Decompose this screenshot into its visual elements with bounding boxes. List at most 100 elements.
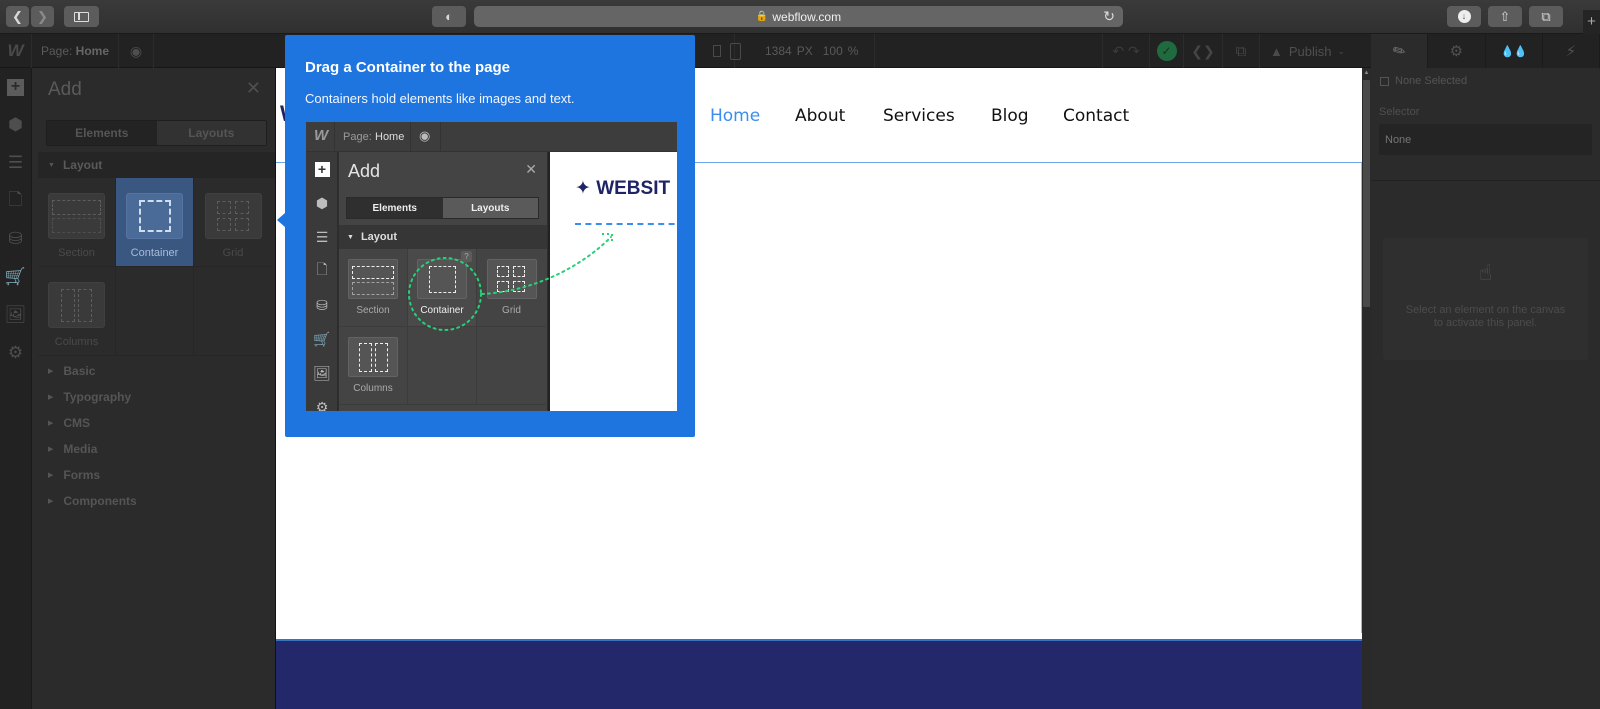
tabs-icon: ⧉: [1541, 8, 1551, 24]
rail-assets-button[interactable]: 🖼: [0, 296, 31, 334]
back-button[interactable]: ❮: [6, 6, 29, 27]
rail-navigator-button[interactable]: ☰: [0, 144, 31, 182]
tabs-overview-button[interactable]: ⧉: [1529, 6, 1563, 27]
category-forms[interactable]: ▶ Forms: [38, 462, 275, 488]
element-columns[interactable]: Columns: [38, 267, 116, 356]
caret-down-icon: ▼: [48, 161, 55, 169]
demo-element-label: Section: [356, 305, 390, 316]
category-basic[interactable]: ▶ Basic: [38, 358, 275, 384]
undo-icon[interactable]: ↶: [1112, 43, 1124, 60]
rail-ecommerce-button[interactable]: 🛒: [0, 258, 31, 296]
new-tab-button[interactable]: +: [1583, 10, 1600, 34]
style-panel: None Selected Selector ☝ Select an eleme…: [1371, 68, 1600, 709]
demo-tab-elements: Elements: [347, 198, 443, 218]
redo-icon[interactable]: ↷: [1128, 43, 1140, 60]
tab-settings[interactable]: ⚙: [1428, 34, 1486, 68]
element-grid[interactable]: Grid: [194, 178, 272, 267]
category-typography[interactable]: ▶ Typography: [38, 384, 275, 410]
none-selected-toggle[interactable]: None Selected: [1380, 75, 1467, 87]
element-categories: ▶ Basic ▶ Typography ▶ CMS ▶ Media ▶ Forms ▶ C…: [38, 358, 275, 514]
address-bar[interactable]: 🔒 webflow.com ↻: [474, 6, 1123, 27]
publish-button[interactable]: ▲ Publish ⌄: [1260, 34, 1355, 68]
rail-settings-button[interactable]: ⚙: [0, 334, 31, 372]
empty-cell: [116, 267, 194, 356]
category-media[interactable]: ▶ Media: [38, 436, 275, 462]
caret-right-icon: ▶: [48, 498, 54, 505]
rail-cms-button[interactable]: ⛁: [0, 220, 31, 258]
share-button[interactable]: ⇧: [1488, 6, 1522, 27]
caret-right-icon: ▶: [48, 368, 54, 375]
drops-icon: 💧💧: [1500, 45, 1527, 58]
images-icon: 🖼: [4, 305, 27, 324]
page-label: Page:: [40, 44, 73, 58]
webflow-w-icon: W: [314, 127, 329, 144]
rail-symbols-button[interactable]: ⬢: [0, 106, 31, 144]
nav-link-about[interactable]: About: [795, 106, 845, 126]
save-status[interactable]: ✓: [1150, 34, 1184, 68]
preview-button[interactable]: ◉: [119, 34, 154, 68]
container-icon: [126, 193, 183, 239]
layout-section-label: Layout: [62, 158, 103, 172]
add-panel-title: Add: [48, 79, 82, 100]
help-badge: ?: [461, 251, 472, 262]
forward-button[interactable]: ❯: [31, 6, 54, 27]
category-components[interactable]: ▶ Components: [38, 488, 275, 514]
canvas-scrollbar[interactable]: ▲: [1362, 68, 1371, 709]
navigator-icon: ☰: [7, 153, 24, 172]
tab-style[interactable]: ✎: [1371, 34, 1429, 68]
rail-add-button[interactable]: +: [0, 68, 31, 106]
layout-section-header[interactable]: ▼ Layout: [38, 152, 275, 178]
demo-add-title: Add: [348, 161, 381, 181]
element-container[interactable]: Container: [116, 178, 194, 267]
downloads-button[interactable]: ↓: [1447, 6, 1481, 27]
canvas-width-unit: PX: [796, 44, 813, 58]
pointer-hand-icon: ☝: [1478, 260, 1493, 285]
demo-add-panel: Add ✕ Elements Layouts ▼ Layout Section …: [339, 152, 547, 411]
close-icon[interactable]: ✕: [246, 78, 261, 99]
page-selector[interactable]: Page: Home: [32, 34, 119, 68]
onboarding-tooltip: Drag a Container to the page Containers …: [277, 35, 695, 437]
breakpoint-tablet[interactable]: [715, 34, 755, 68]
nav-link-home[interactable]: Home: [710, 106, 760, 126]
add-panel: Add ✕ Elements Layouts ▼ Layout Section …: [38, 68, 275, 709]
grid-icon: [204, 193, 262, 239]
tab-elements[interactable]: Elements: [47, 121, 157, 145]
tab-layouts[interactable]: Layouts: [156, 121, 266, 145]
rocket-icon: ▲: [1269, 43, 1283, 59]
nav-link-blog[interactable]: Blog: [991, 106, 1029, 126]
share-project-button[interactable]: ⧉: [1223, 34, 1260, 68]
selector-label: Selector: [1379, 106, 1420, 118]
nav-link-contact[interactable]: Contact: [1063, 106, 1129, 126]
publish-label: Publish: [1288, 43, 1332, 59]
category-label: Components: [63, 494, 137, 508]
code-export-button[interactable]: ❮❯: [1184, 34, 1223, 68]
demo-tabs: Elements Layouts: [346, 197, 539, 219]
rail-pages-button[interactable]: 🗋: [0, 182, 31, 220]
category-cms[interactable]: ▶ CMS: [38, 410, 275, 436]
chevron-down-icon: ⌄: [1337, 45, 1346, 56]
reload-icon[interactable]: ↻: [1103, 8, 1115, 25]
privacy-shield-button[interactable]: ◐: [432, 6, 466, 27]
nav-link-services[interactable]: Services: [883, 106, 955, 126]
selector-input[interactable]: [1379, 124, 1592, 155]
element-section[interactable]: Section: [38, 178, 116, 267]
check-circle-icon: ✓: [1156, 41, 1177, 61]
scroll-up-icon[interactable]: ▲: [1363, 70, 1370, 78]
download-icon: ↓: [1457, 10, 1471, 23]
empty-cell: [408, 327, 477, 405]
webflow-logo[interactable]: W: [0, 34, 32, 68]
tab-interactions[interactable]: ⚡: [1542, 34, 1600, 68]
tab-style-manager[interactable]: 💧💧: [1485, 34, 1543, 68]
shield-icon: ◐: [445, 9, 453, 24]
scrollbar-thumb[interactable]: [1363, 80, 1370, 307]
columns-icon: [348, 337, 398, 377]
sidebar-toggle-button[interactable]: [64, 6, 99, 27]
container-icon: [417, 259, 467, 299]
demo-element-grid: Grid: [477, 249, 546, 327]
footer-section[interactable]: [276, 639, 1362, 709]
caret-down-icon: ▼: [347, 233, 354, 241]
code-icon: ❮❯: [1191, 42, 1215, 59]
url-text: webflow.com: [772, 9, 842, 24]
page-name: Home: [75, 44, 110, 58]
demo-tab-layouts: Layouts: [442, 198, 538, 218]
